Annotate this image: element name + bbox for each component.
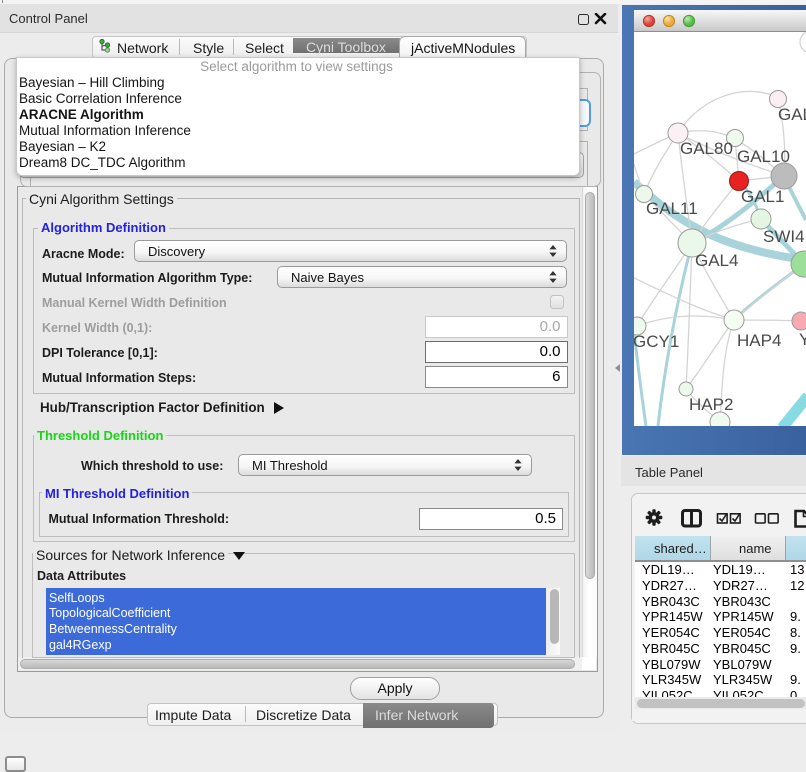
svg-text:GAL1: GAL1 <box>741 187 784 206</box>
svg-text:HAP4: HAP4 <box>737 331 781 350</box>
svg-text:HAP2: HAP2 <box>689 395 733 414</box>
svg-text:SWI4: SWI4 <box>763 227 805 246</box>
svg-text:GAL4: GAL4 <box>695 251 738 270</box>
svg-text:Y: Y <box>799 330 806 349</box>
svg-text:GAL7: GAL7 <box>778 105 806 124</box>
svg-text:GAL80: GAL80 <box>680 139 733 158</box>
svg-text:GAL11: GAL11 <box>646 199 698 218</box>
svg-text:GCY1: GCY1 <box>634 332 679 351</box>
svg-text:GAL10: GAL10 <box>737 147 790 166</box>
